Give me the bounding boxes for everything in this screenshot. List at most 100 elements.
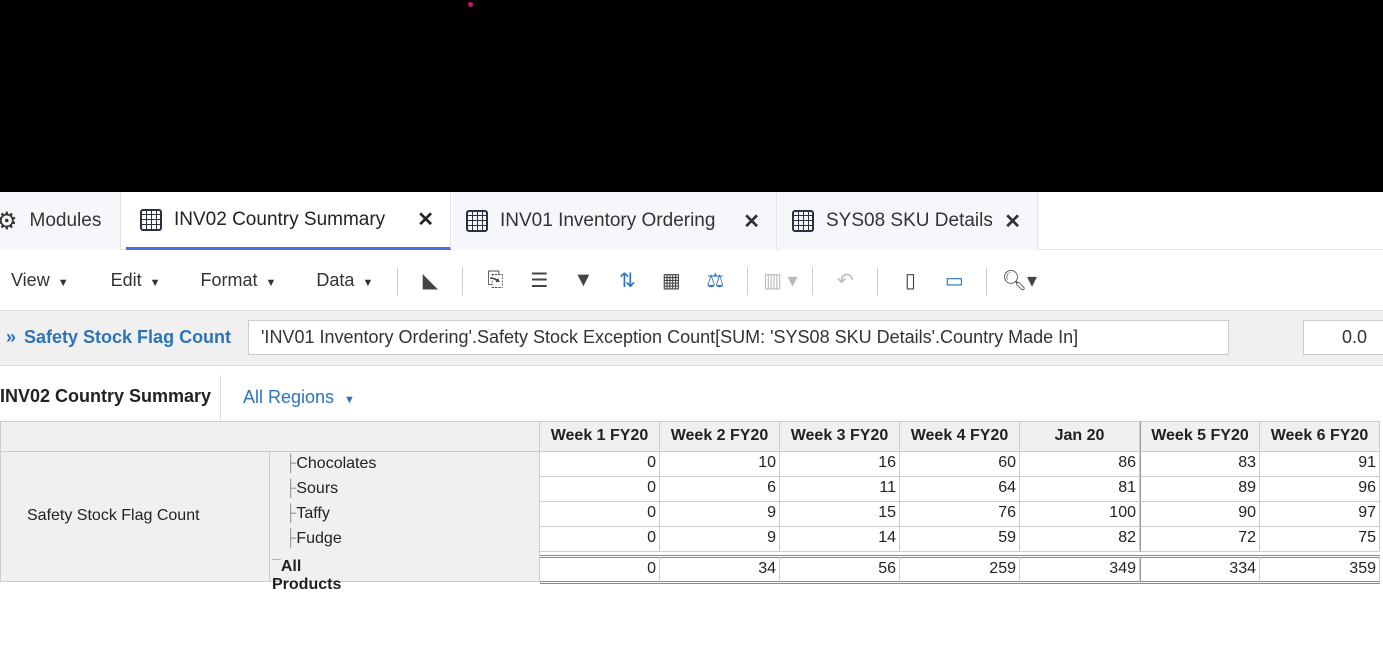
black-region [0, 0, 1383, 192]
data-cell[interactable]: 15 [780, 502, 900, 527]
tab-inv01[interactable]: INV01 Inventory Ordering ✕ [452, 192, 777, 250]
data-cell[interactable]: 82 [1020, 527, 1140, 552]
row-label: Chocolates [296, 455, 377, 472]
data-cell[interactable]: 75 [1260, 527, 1380, 552]
close-icon[interactable]: ✕ [417, 207, 434, 232]
data-cell[interactable]: 91 [1260, 452, 1380, 477]
data-cell[interactable]: 9 [660, 527, 780, 552]
column-header[interactable]: Week 4 FY20 [900, 421, 1020, 452]
data-cell[interactable]: 89 [1140, 477, 1260, 502]
data-cell[interactable]: 56 [780, 555, 900, 584]
edit-menu[interactable]: Edit ▼ [111, 270, 161, 291]
tab-inv02[interactable]: INV02 Country Summary ✕ [126, 192, 451, 250]
tree-line-icon: ├ [285, 480, 297, 497]
insert-icon[interactable]: ⎘ [477, 269, 513, 292]
row-header[interactable]: ¯All Products [272, 558, 341, 594]
row-header[interactable]: ├Fudge [285, 530, 342, 548]
grid-icon [466, 210, 488, 232]
tree-line-icon: ¯ [272, 558, 281, 575]
pivot-icon[interactable]: ◣ [412, 268, 448, 293]
balance-icon[interactable]: ⚖ [697, 268, 733, 293]
data-cell[interactable]: 0 [540, 555, 660, 584]
data-cell[interactable]: 100 [1020, 502, 1140, 527]
line-item-header: Safety Stock Flag Count [0, 452, 270, 582]
undo-icon[interactable]: ↶ [827, 268, 863, 293]
data-cell[interactable]: 90 [1140, 502, 1260, 527]
row-label: Sours [296, 480, 339, 497]
column-header[interactable]: Week 1 FY20 [540, 421, 660, 452]
data-cell[interactable]: 9 [660, 502, 780, 527]
caret-down-icon: ▼ [149, 277, 161, 289]
caret-down-icon: ▼ [344, 394, 355, 406]
menu-label: Data [316, 270, 355, 290]
search-icon[interactable]: 🔍︎▾ [1001, 268, 1037, 293]
data-cell[interactable]: 16 [780, 452, 900, 477]
freeze-row-icon[interactable]: ▭ [936, 268, 972, 293]
tab-modules[interactable]: ⚙ Modules [0, 192, 121, 250]
tab-label: INV02 Country Summary [174, 208, 386, 230]
region-filter-label: All Regions [243, 387, 335, 407]
view-menu[interactable]: View ▼ [11, 270, 69, 291]
data-cell[interactable]: 6 [660, 477, 780, 502]
data-cell[interactable]: 11 [780, 477, 900, 502]
row-header[interactable]: ├Chocolates [285, 455, 376, 473]
data-cell[interactable]: 86 [1020, 452, 1140, 477]
data-cell[interactable]: 0 [540, 452, 660, 477]
chart-icon[interactable]: ▥ ▾ [762, 268, 798, 293]
filter-icon[interactable]: ▼ [565, 269, 601, 292]
indent-icon[interactable]: ☰ [521, 268, 557, 293]
column-header[interactable]: Week 5 FY20 [1140, 421, 1260, 452]
data-cell[interactable]: 72 [1140, 527, 1260, 552]
formula-bar: » Safety Stock Flag Count 'INV01 Inventor… [0, 310, 1383, 366]
divider [397, 266, 399, 295]
row-header[interactable]: ├Sours [285, 480, 338, 498]
data-cell[interactable]: 34 [660, 555, 780, 584]
data-cell[interactable]: 97 [1260, 502, 1380, 527]
data-cell[interactable]: 83 [1140, 452, 1260, 477]
data-cell[interactable]: 14 [780, 527, 900, 552]
data-cell[interactable]: 0 [540, 527, 660, 552]
formula-input[interactable]: 'INV01 Inventory Ordering'.Safety Stock … [248, 320, 1229, 355]
column-header[interactable]: Week 6 FY20 [1260, 421, 1380, 452]
data-cell[interactable]: 59 [900, 527, 1020, 552]
region-filter-dropdown[interactable]: All Regions ▼ [243, 387, 355, 408]
column-header[interactable]: Week 2 FY20 [660, 421, 780, 452]
data-menu[interactable]: Data ▼ [316, 270, 373, 291]
data-cell[interactable]: 259 [900, 555, 1020, 584]
data-cell[interactable]: 64 [900, 477, 1020, 502]
tree-line-icon: ├ [285, 530, 297, 547]
data-cell[interactable]: 359 [1260, 555, 1380, 584]
column-header[interactable]: Week 3 FY20 [780, 421, 900, 452]
data-cell[interactable]: 76 [900, 502, 1020, 527]
page-title: INV02 Country Summary [0, 386, 212, 406]
data-cell[interactable]: 0 [540, 502, 660, 527]
data-cell[interactable]: 349 [1020, 555, 1140, 584]
divider [986, 266, 988, 295]
menu-label: Format [200, 270, 258, 290]
close-icon[interactable]: ✕ [1004, 209, 1021, 234]
data-cell[interactable]: 81 [1020, 477, 1140, 502]
line-item-name[interactable]: » Safety Stock Flag Count [6, 327, 231, 348]
tab-label: Modules [29, 210, 102, 231]
format-menu[interactable]: Format ▼ [201, 270, 277, 291]
close-icon[interactable]: ✕ [743, 209, 760, 234]
caret-down-icon: ▼ [57, 277, 69, 289]
tab-sys08[interactable]: SYS08 SKU Details ✕ [778, 192, 1038, 250]
cell-value-input[interactable]: 0.0 [1303, 320, 1383, 355]
data-cell[interactable]: 0 [540, 477, 660, 502]
row-label: All Products [272, 558, 342, 593]
grid-format-icon[interactable]: ▦ [653, 268, 689, 293]
tree-line-icon: ├ [285, 455, 297, 472]
data-cell[interactable]: 60 [900, 452, 1020, 477]
row-header[interactable]: ├Taffy [285, 505, 330, 523]
column-header[interactable]: Jan 20 [1020, 421, 1140, 452]
data-cell[interactable]: 10 [660, 452, 780, 477]
freeze-column-icon[interactable]: ▯ [892, 268, 928, 293]
tab-label: INV01 Inventory Ordering [500, 210, 716, 231]
gear-icon: ⚙ [0, 207, 18, 235]
divider [462, 266, 464, 295]
data-cell[interactable]: 334 [1140, 555, 1260, 584]
menu-label: View [11, 270, 50, 290]
sort-icon[interactable]: ⇅ [609, 268, 645, 293]
data-cell[interactable]: 96 [1260, 477, 1380, 502]
